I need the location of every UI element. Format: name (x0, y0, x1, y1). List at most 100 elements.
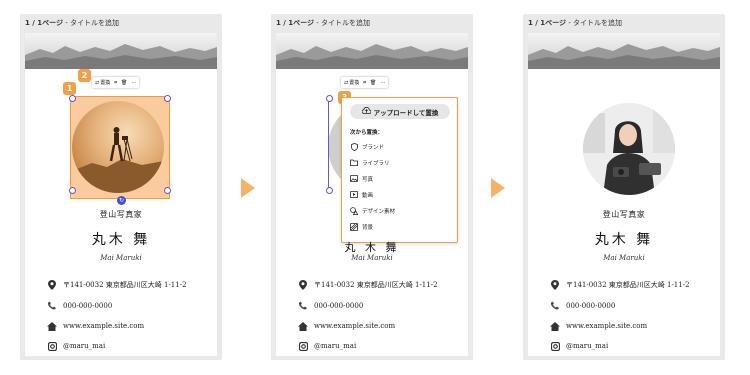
replace-button[interactable]: ⇄ 置換 (95, 79, 111, 87)
address-text: 〒141-0032 東京都品川区大崎 1-11-2 (314, 281, 438, 289)
business-card: ↻ ⇄ 置換 ⌗ 🗑 ··· 1 2 登山写真家 丸木 舞 Mai Maruki… (25, 33, 217, 356)
phone-icon: 📞 (47, 302, 57, 310)
add-title-link[interactable]: タイトルを追加 (573, 19, 622, 27)
header-separator: - (566, 19, 574, 27)
website-text: www.example.site.com (566, 322, 648, 330)
mountain-banner (25, 33, 217, 69)
upload-and-replace-button[interactable]: アップロードして置換 (350, 104, 450, 119)
instagram-icon (550, 341, 560, 351)
phone-row: 📞 000-000-0000 (47, 301, 113, 311)
add-title-link[interactable]: タイトルを追加 (70, 19, 119, 27)
replace-icon: ⇄ (95, 79, 100, 86)
website-text: www.example.site.com (314, 322, 396, 330)
background-icon (350, 222, 358, 231)
person-name-roman: Mai Maruki (603, 254, 645, 262)
replace-from-heading: 次から置換： (350, 130, 384, 136)
replace-icon: ⇄ (344, 79, 349, 86)
more-options-button[interactable]: ··· (131, 80, 136, 86)
website-row: www.example.site.com (298, 321, 395, 331)
address-text: 〒141-0032 東京都品川区大崎 1-11-2 (566, 281, 690, 289)
video-icon (350, 191, 358, 199)
shapes-icon (350, 206, 358, 215)
person-name-roman: Mai Maruki (100, 254, 142, 262)
website-row: www.example.site.com (550, 321, 647, 331)
step-arrow-2 (491, 178, 505, 198)
photo-icon (350, 175, 358, 183)
instagram-icon (47, 341, 57, 351)
brand-icon (350, 142, 358, 151)
replace-label: 置換 (100, 80, 111, 86)
map-pin-icon (550, 280, 560, 290)
home-icon (298, 321, 308, 331)
menu-item-design-assets[interactable]: デザイン素材 (350, 206, 395, 215)
page-count: 1 / 1ページ (528, 19, 567, 27)
business-card: ⇄ 置換 ⌗ 🗑 ··· 3 アップロードして置換 次から置換： ブランド ライ… (276, 33, 468, 356)
add-title-link[interactable]: タイトルを追加 (321, 19, 370, 27)
profile-photo-portrait[interactable] (583, 103, 675, 195)
crop-icon[interactable]: ⌗ (363, 80, 366, 86)
person-name: 丸木 舞 (594, 232, 654, 248)
mountain-banner (528, 33, 720, 69)
phone-icon: 📞 (550, 302, 560, 310)
map-pin-icon (47, 280, 57, 290)
folder-icon (350, 159, 358, 167)
phone-text: 000-000-0000 (566, 302, 616, 310)
menu-item-label: ブランド (362, 144, 385, 151)
resize-handle-bl[interactable] (69, 187, 76, 194)
address-row: 〒141-0032 東京都品川区大崎 1-11-2 (47, 280, 187, 290)
menu-item-brand[interactable]: ブランド (350, 142, 384, 151)
menu-item-label: 写真 (362, 176, 374, 183)
address-row: 〒141-0032 東京都品川区大崎 1-11-2 (298, 280, 438, 290)
instagram-text: @maru_mai (314, 342, 357, 350)
resize-handle-bl[interactable] (326, 187, 333, 194)
menu-item-label: デザイン素材 (362, 208, 396, 215)
home-icon (47, 321, 57, 331)
address-text: 〒141-0032 東京都品川区大崎 1-11-2 (63, 281, 187, 289)
resize-handle-br[interactable] (164, 187, 171, 194)
replace-label: 置換 (349, 80, 360, 86)
page-header: 1 / 1ページ - タイトルを追加 (20, 14, 222, 33)
resize-handle-tr[interactable] (164, 95, 171, 102)
person-name-roman: Mai Maruki (351, 254, 393, 262)
home-icon (550, 321, 560, 331)
mountain-banner (276, 33, 468, 69)
profile-photo-sepia[interactable] (72, 101, 164, 193)
menu-item-video[interactable]: 動画 (350, 190, 373, 199)
person-name: 丸木 舞 (91, 232, 151, 248)
phone-row: 📞 000-000-0000 (298, 301, 364, 311)
phone-row: 📞 000-000-0000 (550, 301, 616, 311)
upload-label: アップロードして置換 (373, 108, 439, 117)
crop-icon[interactable]: ⌗ (114, 80, 117, 86)
website-text: www.example.site.com (63, 322, 145, 330)
resize-handle-tl[interactable] (69, 95, 76, 102)
header-separator: - (63, 19, 71, 27)
instagram-row: @maru_mai (298, 341, 356, 351)
image-toolbar: ⇄ 置換 ⌗ 🗑 ··· (92, 77, 140, 88)
website-row: www.example.site.com (47, 321, 144, 331)
cloud-upload-icon (361, 106, 371, 116)
menu-item-label: ライブラリ (362, 160, 390, 167)
header-separator: - (314, 19, 322, 27)
instagram-icon (298, 341, 308, 351)
instagram-text: @maru_mai (63, 342, 106, 350)
replace-menu: アップロードして置換 次から置換： ブランド ライブラリ 写真 動画 デザイン素… (341, 97, 458, 243)
rotate-handle[interactable]: ↻ (117, 196, 126, 205)
more-options-button[interactable]: ··· (380, 80, 385, 86)
page-count: 1 / 1ページ (25, 19, 64, 27)
replace-button[interactable]: ⇄ 置換 (344, 79, 360, 87)
instagram-row: @maru_mai (47, 341, 105, 351)
business-card: 登山写真家 丸木 舞 Mai Maruki 〒141-0032 東京都品川区大崎… (528, 33, 720, 356)
menu-item-photo[interactable]: 写真 (350, 174, 373, 183)
page-header: 1 / 1ページ - タイトルを追加 (271, 14, 473, 33)
trash-icon[interactable]: 🗑 (370, 80, 376, 86)
menu-item-label: 動画 (362, 192, 374, 199)
editor-panel-step-1: 1 / 1ページ - タイトルを追加 ↻ ⇄ 置換 ⌗ 🗑 ··· 1 2 登山… (20, 14, 222, 360)
menu-item-label: 背景 (362, 224, 374, 231)
menu-item-background[interactable]: 背景 (350, 222, 373, 231)
phone-icon: 📞 (298, 302, 308, 310)
step-arrow-1 (241, 178, 255, 198)
resize-handle-tl[interactable] (326, 95, 333, 102)
menu-item-library[interactable]: ライブラリ (350, 158, 390, 167)
trash-icon[interactable]: 🗑 (121, 80, 127, 86)
step-badge-2: 2 (78, 69, 91, 82)
